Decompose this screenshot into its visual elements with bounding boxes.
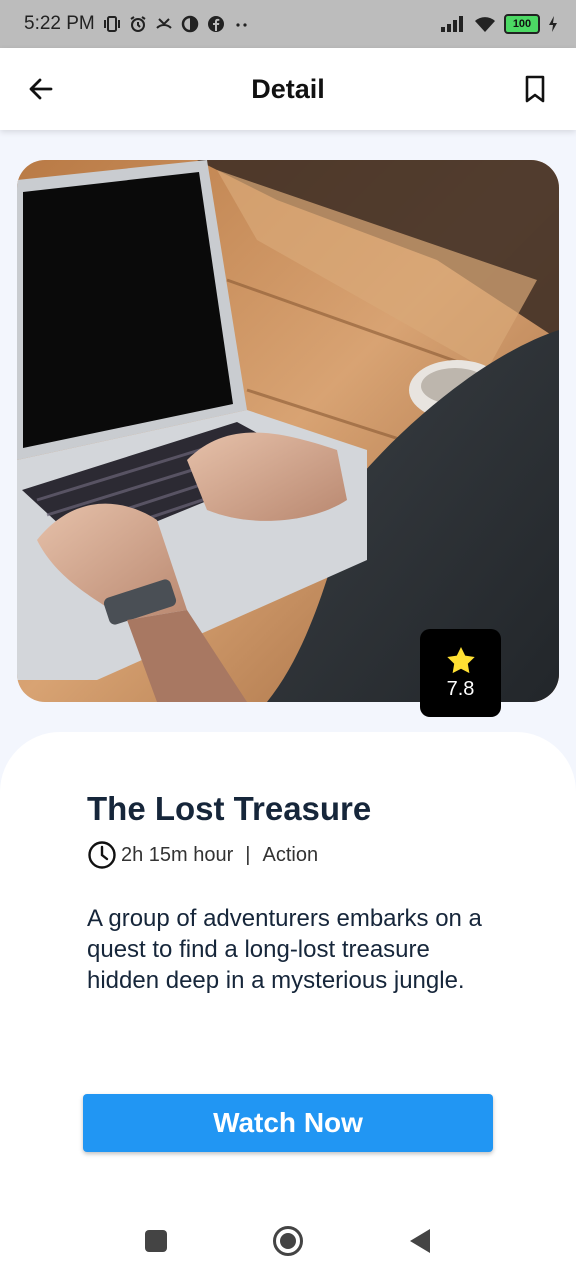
movie-title: The Lost Treasure — [87, 790, 372, 827]
recents-button[interactable] — [135, 1220, 177, 1262]
status-right: 100 — [440, 14, 558, 34]
laptop-photo — [17, 160, 559, 702]
movie-genre: Action — [262, 843, 319, 866]
rating-badge: 7.8 — [420, 629, 501, 717]
vibrate-icon — [103, 16, 120, 32]
facebook-icon — [207, 16, 224, 32]
back-nav-button[interactable] — [399, 1220, 441, 1262]
movie-meta: 2h 15m hour | Action — [87, 840, 318, 870]
home-button[interactable] — [267, 1220, 309, 1262]
wifi-icon — [475, 17, 495, 32]
meta-separator: | — [245, 843, 251, 866]
clock-icon — [88, 841, 116, 869]
system-nav-bar — [0, 1202, 576, 1280]
app-bar: Detail — [0, 48, 576, 130]
battery-icon: 100 — [504, 14, 540, 34]
alarm-icon — [130, 16, 146, 32]
movie-poster — [17, 160, 559, 702]
back-button[interactable] — [20, 68, 62, 110]
star-icon — [446, 646, 475, 673]
missed-call-icon — [156, 18, 172, 29]
more-dots-icon — [236, 23, 247, 27]
watch-now-button[interactable]: Watch Now — [83, 1094, 493, 1152]
status-bar: 5:22 PM 100 — [0, 0, 576, 48]
page-title: Detail — [251, 73, 325, 104]
notification-icons — [103, 15, 251, 33]
movie-description: A group of adventurers embarks on a ques… — [87, 905, 482, 994]
movie-duration: 2h 15m hour — [121, 843, 234, 866]
bookmark-outline-icon — [525, 75, 545, 103]
bookmark-button[interactable] — [514, 68, 556, 110]
status-left: 5:22 PM — [24, 13, 251, 35]
status-time: 5:22 PM — [24, 13, 95, 34]
arrow-left-icon — [29, 78, 53, 100]
recents-square-icon — [145, 1230, 167, 1252]
charging-icon — [549, 16, 557, 32]
data-saver-icon — [181, 15, 199, 33]
home-circle-icon — [273, 1226, 303, 1256]
back-triangle-icon — [410, 1229, 430, 1253]
signal-icon — [441, 16, 463, 32]
rating-value: 7.8 — [446, 677, 475, 700]
